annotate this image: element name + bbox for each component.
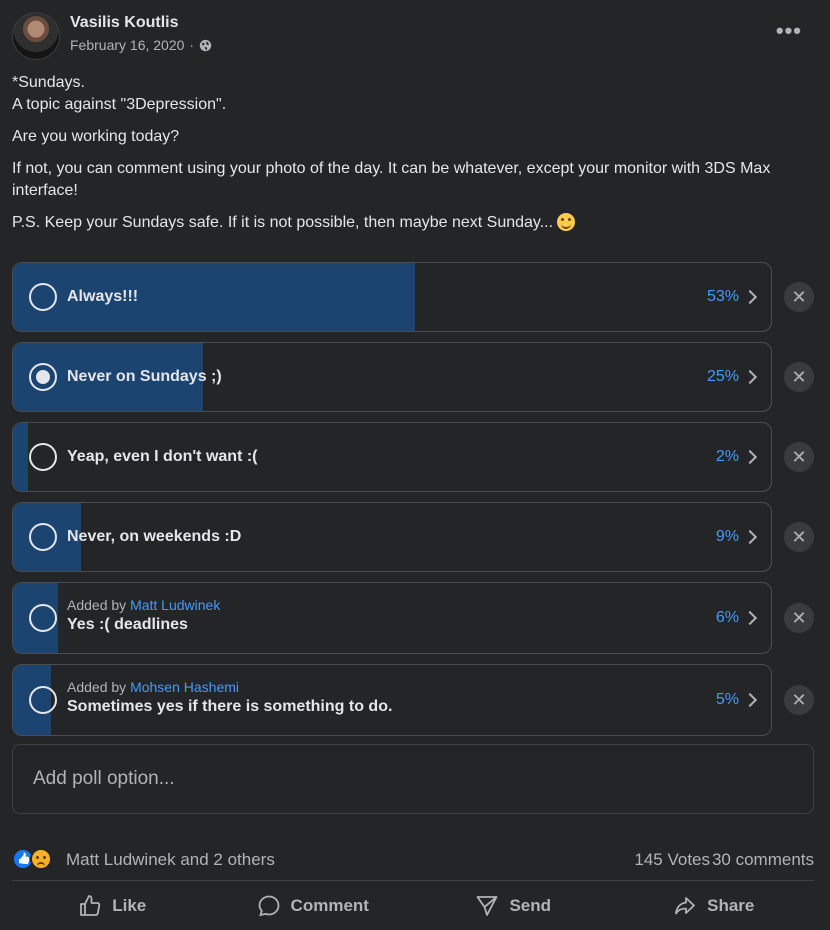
post-paragraph: P.S. Keep your Sundays safe. If it is no… (12, 212, 812, 234)
poll-option-never-on-sundays[interactable]: Never on Sundays ;) 25% (12, 342, 772, 412)
poll-option-percent[interactable]: 25% (707, 368, 758, 386)
share-button[interactable]: Share (614, 884, 815, 928)
author-name[interactable]: Vasilis Koutlis (70, 14, 178, 32)
poll-option-label: Never on Sundays ;) (67, 368, 222, 385)
radio-button[interactable] (29, 604, 57, 632)
radio-button-selected[interactable] (29, 363, 57, 391)
added-by-link[interactable]: Matt Ludwinek (130, 597, 220, 613)
smirk-emoji-icon (557, 213, 576, 231)
poll-option-percent[interactable]: 9% (716, 528, 758, 546)
poll-option-row: Yeap, even I don't want :( 2% ✕ (12, 422, 814, 492)
poll-result-bar (13, 423, 29, 491)
comment-button[interactable]: Comment (213, 884, 414, 928)
chevron-right-icon (742, 289, 758, 305)
poll-option-yes-deadlines[interactable]: Added by Matt Ludwinek Yes :( deadlines … (12, 582, 772, 654)
more-options-button[interactable]: ••• (776, 20, 802, 42)
poll-option-percent[interactable]: 5% (716, 691, 758, 709)
poll-option-row: Added by Matt Ludwinek Yes :( deadlines … (12, 582, 814, 654)
poll-option-yeap[interactable]: Yeap, even I don't want :( 2% (12, 422, 772, 492)
chevron-right-icon (742, 529, 758, 545)
post-text: *Sundays. A topic against "3Depression".… (12, 72, 812, 244)
poll-option-never-on-weekends[interactable]: Never, on weekends :D 9% (12, 502, 772, 572)
like-button[interactable]: Like (12, 884, 213, 928)
chevron-right-icon (742, 369, 758, 385)
radio-button[interactable] (29, 283, 57, 311)
poll-option-percent[interactable]: 6% (716, 609, 758, 627)
radio-button[interactable] (29, 443, 57, 471)
remove-option-button[interactable]: ✕ (784, 603, 814, 633)
globe-icon[interactable] (199, 39, 212, 52)
poll-option-label: Never, on weekends :D (67, 528, 242, 545)
share-arrow-icon (675, 897, 696, 915)
author-avatar[interactable] (12, 12, 60, 60)
divider (12, 880, 814, 881)
poll-option-row: Added by Mohsen Hashemi Sometimes yes if… (12, 664, 814, 736)
remove-option-button[interactable]: ✕ (784, 442, 814, 472)
poll-option-row: Never, on weekends :D 9% ✕ (12, 502, 814, 572)
comments-count[interactable]: 30 comments (712, 850, 814, 870)
poll-option-label: Yes :( deadlines (67, 616, 188, 633)
post-meta: February 16, 2020 · (70, 37, 212, 53)
added-by-text: Added by Matt Ludwinek (67, 597, 221, 613)
poll-option-row: Never on Sundays ;) 25% ✕ (12, 342, 814, 412)
comment-icon (258, 895, 279, 917)
add-poll-option-input[interactable] (12, 744, 814, 814)
remove-option-button[interactable]: ✕ (784, 685, 814, 715)
remove-option-button[interactable]: ✕ (784, 282, 814, 312)
poll-option-percent[interactable]: 53% (707, 288, 758, 306)
chevron-right-icon (742, 449, 758, 465)
poll-option-sometimes-yes[interactable]: Added by Mohsen Hashemi Sometimes yes if… (12, 664, 772, 736)
added-by-text: Added by Mohsen Hashemi (67, 679, 239, 695)
poll-option-always[interactable]: Always!!! 53% (12, 262, 772, 332)
chevron-right-icon (742, 610, 758, 626)
sad-reaction-icon (30, 848, 52, 870)
post-stats: Matt Ludwinek and 2 others 145 Votes 30 … (12, 846, 814, 874)
post-header: Vasilis Koutlis February 16, 2020 · ••• (12, 12, 830, 62)
send-icon (477, 896, 498, 916)
poll-option-row: Always!!! 53% ✕ (12, 262, 814, 332)
remove-option-button[interactable]: ✕ (784, 362, 814, 392)
radio-button[interactable] (29, 686, 57, 714)
poll-option-percent[interactable]: 2% (716, 448, 758, 466)
post-paragraph: If not, you can comment using your photo… (12, 160, 771, 199)
radio-button[interactable] (29, 523, 57, 551)
thumbs-up-icon (80, 895, 101, 916)
chevron-right-icon (742, 692, 758, 708)
poll-option-label: Always!!! (67, 288, 139, 305)
post-paragraph: Are you working today? (12, 128, 180, 145)
post-paragraph: *Sundays. A topic against "3Depression". (12, 74, 227, 113)
added-by-link[interactable]: Mohsen Hashemi (130, 679, 239, 695)
post-actions: Like Comment Send Share (12, 884, 814, 928)
post-date[interactable]: February 16, 2020 (70, 37, 184, 53)
remove-option-button[interactable]: ✕ (784, 522, 814, 552)
meta-separator: · (189, 37, 195, 53)
poll-option-label: Sometimes yes if there is something to d… (67, 698, 393, 715)
votes-count[interactable]: 145 Votes (634, 850, 710, 870)
poll-option-label: Yeap, even I don't want :( (67, 448, 258, 465)
poll: Always!!! 53% ✕ Never on Sundays ;) 25% … (12, 262, 814, 746)
send-button[interactable]: Send (413, 884, 614, 928)
reactions-summary[interactable]: Matt Ludwinek and 2 others (66, 850, 275, 870)
reaction-icons[interactable] (12, 848, 52, 870)
